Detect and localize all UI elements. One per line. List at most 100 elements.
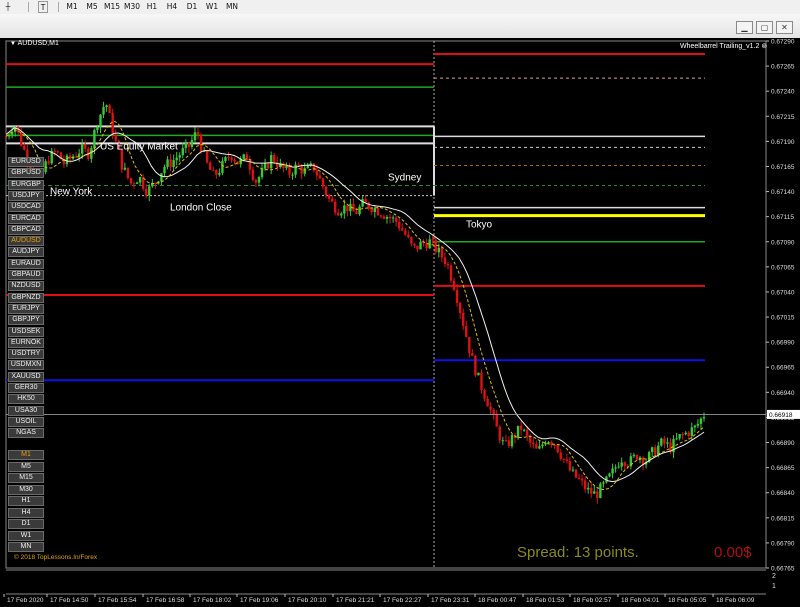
- candle-body: [471, 353, 474, 356]
- maximize-icon[interactable]: ▢: [756, 21, 773, 34]
- symbol-button-gbpusd[interactable]: GBPUSD: [8, 168, 44, 179]
- candle-body: [666, 442, 669, 444]
- candle-body: [632, 454, 636, 457]
- symbol-button-usdmxn[interactable]: USDMXN: [8, 360, 44, 371]
- symbol-button-audusd[interactable]: AUDUSD: [8, 236, 44, 247]
- candle-body: [483, 390, 486, 399]
- toolbar-tf-m5[interactable]: M5: [84, 1, 100, 13]
- candle-body: [565, 459, 569, 461]
- x-tick-label: 17 Feb 20:10: [288, 597, 327, 604]
- candle-body: [559, 452, 562, 459]
- chart-window[interactable]: New York US Equity Market London Close Sydn…: [0, 38, 800, 607]
- toolbar-tf-h1[interactable]: H1: [144, 1, 160, 13]
- symbol-button-gbpaud[interactable]: GBPAUD: [8, 270, 44, 280]
- timeframe-button-m5[interactable]: M5: [8, 461, 44, 472]
- candle-body: [474, 355, 477, 376]
- candle-body: [462, 312, 465, 326]
- close-icon[interactable]: ✕: [776, 21, 793, 34]
- toolbar-tf-m15[interactable]: M15: [104, 1, 120, 13]
- timeframe-button-m1[interactable]: M1: [8, 450, 44, 460]
- toolbar-tf-m1[interactable]: M1: [64, 1, 80, 13]
- symbol-button-eurcad[interactable]: EURCAD: [8, 213, 44, 224]
- window-title-bar: ▁ ▢ ✕: [0, 14, 800, 38]
- candle-body: [181, 148, 184, 156]
- price-chart[interactable]: New York US Equity Market London Close Sydn…: [0, 38, 800, 607]
- symbol-button-eurgbp[interactable]: EURGBP: [8, 179, 44, 190]
- candle-body: [382, 216, 386, 219]
- symbol-button-usa30[interactable]: USA30: [8, 405, 44, 416]
- symbol-button-eurjpy[interactable]: EURJPY: [8, 303, 44, 314]
- timeframe-button-m30[interactable]: M30: [8, 484, 44, 495]
- candle-body: [111, 113, 114, 135]
- candle-body: [282, 163, 285, 169]
- toolbar-separator: [28, 2, 29, 12]
- candle-body: [608, 473, 611, 477]
- candle-body: [593, 491, 596, 494]
- candle-body: [126, 167, 130, 179]
- candle-body: [410, 237, 413, 244]
- x-tick-label: 17 Feb 16:58: [146, 597, 185, 604]
- candle-body: [315, 170, 319, 176]
- crosshair-icon[interactable]: ┼: [4, 1, 12, 13]
- symbol-button-usdtry[interactable]: USDTRY: [8, 349, 44, 360]
- symbol-button-gbpjpy[interactable]: GBPJPY: [8, 315, 44, 326]
- symbol-button-usdsek[interactable]: USDSEK: [8, 326, 44, 337]
- toolbar-tf-m30[interactable]: M30: [124, 1, 140, 13]
- timeframe-button-w1[interactable]: W1: [8, 530, 44, 541]
- toolbar-tf-d1[interactable]: D1: [184, 1, 200, 13]
- symbol-button-eurnok[interactable]: EURNOK: [8, 337, 44, 348]
- candle-body: [288, 166, 291, 175]
- candle-body: [477, 372, 480, 376]
- candle-body: [276, 161, 279, 168]
- symbol-label: AUDUSD,M1: [17, 40, 59, 47]
- candle-body: [492, 409, 495, 415]
- symbol-button-audjpy[interactable]: AUDJPY: [8, 247, 44, 258]
- symbol-button-usdjpy[interactable]: USDJPY: [8, 190, 44, 201]
- y-tick-label: 0.67240: [771, 89, 795, 96]
- toolbar-tf-w1[interactable]: W1: [204, 1, 220, 13]
- toolbar-tf-h4[interactable]: H4: [164, 1, 180, 13]
- candle-body: [138, 177, 142, 183]
- candle-body: [590, 487, 593, 494]
- candle-body: [397, 221, 401, 229]
- timeframe-button-d1[interactable]: D1: [8, 519, 44, 529]
- text-tool-button[interactable]: T: [38, 1, 48, 13]
- candle-body: [93, 130, 96, 149]
- y-tick-label: 0.67040: [771, 289, 795, 296]
- symbol-button-ngas[interactable]: NGAS: [8, 428, 44, 439]
- candle-body: [266, 163, 270, 169]
- plot-border: [5, 40, 767, 569]
- x-tick-label: 18 Feb 01:53: [526, 597, 565, 604]
- symbol-button-usoil[interactable]: USOIL: [8, 416, 44, 427]
- timeframe-button-h4[interactable]: H4: [8, 507, 44, 518]
- symbol-button-hk50[interactable]: HK50: [8, 394, 44, 405]
- candle-body: [251, 169, 255, 180]
- symbol-button-usdcad[interactable]: USDCAD: [8, 202, 44, 213]
- timeframe-button-m15[interactable]: M15: [8, 473, 44, 483]
- candle-body: [663, 438, 666, 444]
- symbol-button-ger30[interactable]: GER30: [8, 383, 44, 393]
- timeframe-button-mn[interactable]: MN: [8, 542, 44, 552]
- candle-body: [635, 454, 639, 460]
- candle-body: [650, 447, 654, 453]
- timeframe-button-h1[interactable]: H1: [8, 496, 44, 506]
- toolbar-tf-mn[interactable]: MN: [224, 1, 240, 13]
- moving-average-slow: [5, 127, 705, 483]
- y-tick-label: 0.67015: [771, 315, 795, 322]
- minimize-icon[interactable]: ▁: [736, 21, 753, 34]
- symbol-button-gbpnzd[interactable]: GBPNZD: [8, 292, 44, 303]
- symbol-button-eurusd[interactable]: EURUSD: [8, 157, 44, 167]
- candle-body: [361, 199, 364, 207]
- symbol-timeframe-label: ▼ AUDUSD,M1: [10, 40, 59, 47]
- candle-body: [519, 425, 523, 430]
- symbol-button-euraud[interactable]: EURAUD: [8, 258, 44, 269]
- x-tick-label: 18 Feb 00:47: [478, 597, 517, 604]
- candle-body: [169, 159, 172, 167]
- candle-body: [526, 429, 529, 436]
- settings-icon[interactable]: ⊚: [761, 43, 767, 50]
- symbol-button-xauusd[interactable]: XAUUSD: [8, 371, 44, 382]
- symbol-button-nzdusd[interactable]: NZDUSD: [8, 281, 44, 292]
- symbol-button-gbpcad[interactable]: GBPCAD: [8, 224, 44, 235]
- subwindow-tick: 2: [772, 573, 776, 580]
- candle-body: [47, 161, 50, 164]
